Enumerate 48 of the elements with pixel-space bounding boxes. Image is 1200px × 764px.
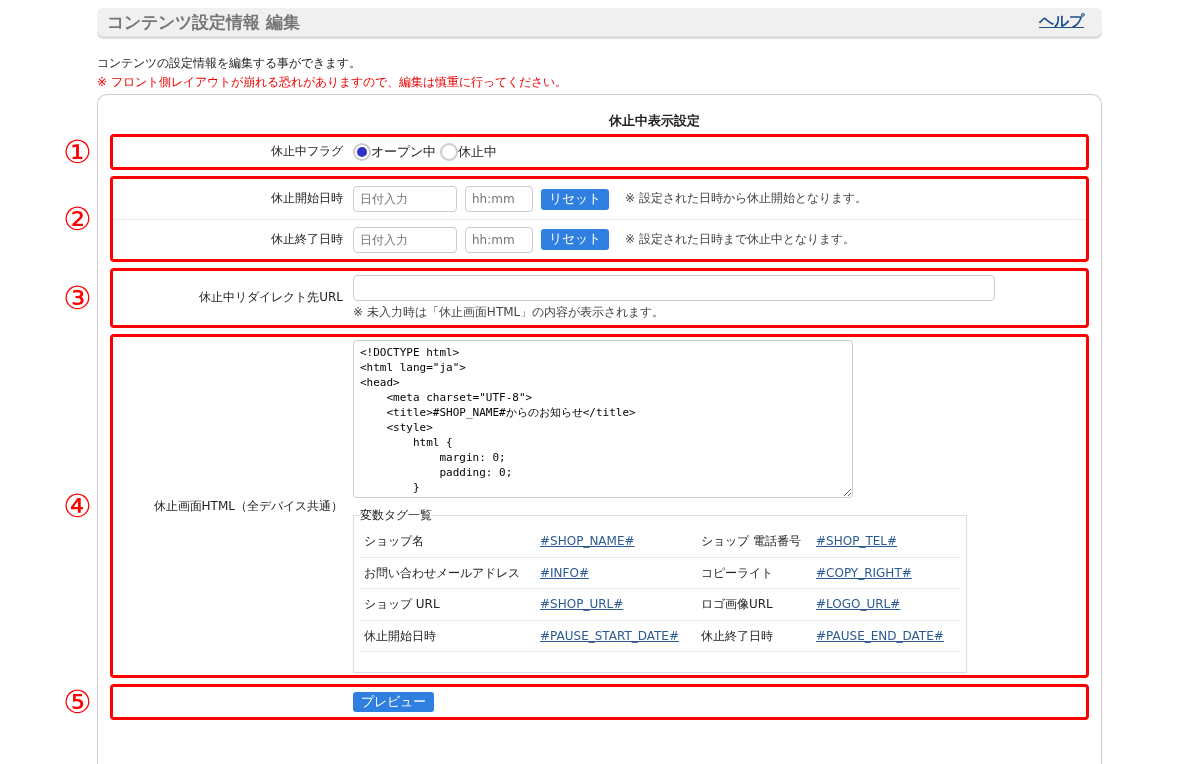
radio-button[interactable] [353, 143, 371, 162]
tag-link[interactable]: #SHOP_NAME# [540, 534, 635, 549]
tag-list-legend: 変数タグ一覧 [360, 508, 432, 523]
help-link[interactable]: ヘルプ [1039, 12, 1084, 32]
time-field[interactable]: hh:mm [465, 186, 533, 213]
annotation-number: ② [63, 203, 92, 236]
description-text: コンテンツの設定情報を編集する事ができます。 [97, 56, 362, 72]
tag-link[interactable]: #LOGO_URL# [816, 597, 901, 612]
field-label: 休止中フラグ [271, 144, 343, 159]
tag-link[interactable]: #PAUSE_START_DATE# [540, 628, 679, 643]
date-field[interactable]: 日付入力 [353, 226, 457, 253]
page-title: コンテンツ設定情報 編集 [107, 10, 300, 34]
tag-name: 休止終了日時 [697, 620, 812, 653]
field-label: 休止終了日時 [271, 231, 343, 246]
field-label: 休止開始日時 [271, 191, 343, 206]
tag-name: ショップ 電話番号 [697, 526, 812, 558]
preview-button[interactable]: プレビュー [353, 691, 434, 713]
reset-button[interactable]: リセット [541, 229, 609, 250]
html-editor[interactable]: <!DOCTYPE html> <html lang="ja"> <head> <meta charset="UTF-8"> <title>#SHOP_NAME#からのお知らせ</title> <style> html { margin: 0; padding: 0; } [353, 340, 853, 499]
radio-option[interactable]: オープン中 [353, 143, 436, 162]
tag-link[interactable]: #SHOP_URL# [540, 597, 624, 612]
tag-link[interactable]: #SHOP_TEL# [816, 534, 898, 549]
hint-text: ※ 未入力時は「休止画面HTML」の内容が表示されます。 [353, 305, 666, 321]
url-field[interactable] [353, 275, 995, 302]
tag-name: 休止開始日時 [360, 620, 536, 653]
tag-name: コピーライト [697, 557, 812, 590]
tag-name: ロゴ画像URL [697, 589, 812, 621]
tag-link[interactable]: #PAUSE_END_DATE# [816, 628, 944, 643]
radio-option[interactable]: 休止中 [440, 143, 497, 162]
annotation-number: ④ [63, 490, 92, 523]
radio-button[interactable] [440, 143, 458, 162]
section-title: 休止中表示設定 [607, 113, 701, 131]
annotation-number: ⑤ [63, 686, 92, 719]
field-label: 休止中リダイレクト先URL [199, 290, 343, 305]
warning-text: ※ フロント側レイアウトが崩れる恐れがありますので、編集は慎重に行ってください。 [97, 74, 568, 91]
tag-name: ショップ URL [360, 589, 536, 621]
annotation-number: ③ [63, 282, 92, 315]
reset-button[interactable]: リセット [541, 188, 609, 210]
tag-link[interactable]: #INFO# [540, 565, 589, 580]
hint-text: ※ 設定された日時まで休止中となります。 [625, 231, 855, 248]
field-label: 休止画面HTML（全デバイス共通） [153, 498, 343, 513]
tag-link[interactable]: #COPY_RIGHT# [816, 565, 912, 580]
tag-name: ショップ名 [360, 526, 536, 558]
tag-name: お問い合わせメールアドレス [360, 557, 536, 590]
hint-text: ※ 設定された日時から休止開始となります。 [625, 191, 867, 207]
annotation-number: ① [63, 136, 92, 169]
time-field[interactable]: hh:mm [465, 226, 533, 253]
date-field[interactable]: 日付入力 [353, 186, 457, 213]
